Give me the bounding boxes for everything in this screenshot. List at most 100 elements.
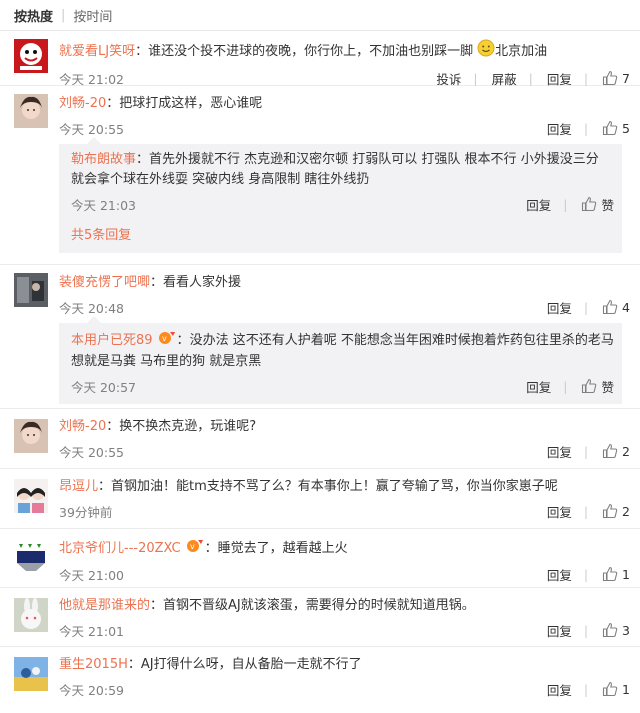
username-link[interactable]: 装傻充愣了吧唧 bbox=[59, 275, 150, 290]
reply-button[interactable]: 回复 bbox=[547, 69, 572, 88]
comment-time: 今天 20:55 bbox=[59, 121, 124, 137]
comment-item: 他就是那谁来的：首钢不晋级AJ就该滚蛋，需要得分的时候就知道甩锅。 今天 21:… bbox=[0, 588, 640, 647]
like-label: 赞 bbox=[601, 379, 614, 395]
avatar[interactable] bbox=[14, 598, 48, 632]
like-count: 3 bbox=[622, 622, 630, 638]
avatar[interactable] bbox=[14, 539, 48, 573]
comment-item: 就爱看LJ笑呀：谁还没个投不进球的夜晚，你行你上，不加油也别踩一脚 北京加油 今天… bbox=[0, 31, 640, 88]
like-count: 2 bbox=[622, 503, 630, 519]
action-divider: | bbox=[563, 378, 568, 394]
report-button[interactable]: 投诉 bbox=[436, 69, 461, 88]
like-button[interactable]: 2 bbox=[602, 443, 630, 459]
comment-time: 今天 20:48 bbox=[59, 300, 124, 316]
action-divider: | bbox=[583, 443, 589, 459]
like-button[interactable]: 赞 bbox=[581, 195, 614, 214]
reply-time: 今天 20:57 bbox=[71, 379, 136, 395]
comment-item: 昂逗儿：首钢加油！能tm支持不骂了么？有本事你上！赢了夸输了骂，你当你家崽子呢 … bbox=[0, 469, 640, 529]
comment-text: 重生2015H：AJ打得什么呀，自从备胎一走就不行了 bbox=[59, 657, 362, 672]
reply-button[interactable]: 回复 bbox=[547, 442, 572, 461]
reply-text: 本用户已死89 v ：没办法 这不还有人护着呢 不能想念当年困难时候抱着炸药包往里杀… bbox=[71, 323, 614, 372]
username-link[interactable]: 就爱看LJ笑呀 bbox=[59, 44, 135, 59]
like-button[interactable]: 5 bbox=[602, 120, 630, 136]
like-count: 7 bbox=[622, 70, 630, 86]
comment-time: 今天 21:02 bbox=[59, 71, 124, 87]
like-count: 1 bbox=[622, 566, 630, 582]
action-divider: | bbox=[583, 70, 589, 86]
like-button[interactable]: 2 bbox=[602, 503, 630, 519]
username-link[interactable]: 重生2015H bbox=[59, 657, 128, 672]
comment-text: 刘畅-20：把球打成这样，恶心谁呢 bbox=[59, 96, 263, 111]
avatar[interactable] bbox=[14, 94, 48, 128]
avatar[interactable] bbox=[14, 657, 48, 691]
reply-username-link[interactable]: 本用户已死89 bbox=[71, 333, 153, 348]
reply-button[interactable]: 回复 bbox=[526, 377, 551, 396]
reply-button[interactable]: 回复 bbox=[547, 680, 572, 699]
comment-text: 刘畅-20：换不换杰克逊，玩谁呢? bbox=[59, 419, 257, 434]
smile-emoji-icon bbox=[477, 39, 495, 64]
reply-username-link[interactable]: 勒布朗故事 bbox=[71, 152, 136, 167]
comment-text: 北京爷们儿---20ZXC v ：睡觉去了，越看越上火 bbox=[59, 529, 630, 560]
thumbs-up-icon bbox=[602, 681, 618, 697]
comment-item: 刘畅-20：换不换杰克逊，玩谁呢? 今天 20:55 回复 | 2 bbox=[0, 409, 640, 469]
action-divider: | bbox=[583, 299, 589, 315]
vip-badge-icon: v bbox=[157, 329, 177, 352]
like-button[interactable]: 7 bbox=[602, 70, 630, 86]
reply-button[interactable]: 回复 bbox=[547, 565, 572, 584]
username-link[interactable]: 昂逗儿 bbox=[59, 479, 98, 494]
username-link[interactable]: 北京爷们儿---20ZXC bbox=[59, 541, 181, 556]
comment-time: 今天 21:01 bbox=[59, 623, 124, 639]
reply-button[interactable]: 回复 bbox=[547, 621, 572, 640]
like-button[interactable]: 3 bbox=[602, 622, 630, 638]
like-button[interactable]: 4 bbox=[602, 299, 630, 315]
like-count: 1 bbox=[622, 681, 630, 697]
thumbs-up-icon bbox=[602, 70, 618, 86]
comment-time: 今天 20:59 bbox=[59, 682, 124, 698]
thumbs-up-icon bbox=[602, 622, 618, 638]
thumbs-up-icon bbox=[602, 566, 618, 582]
action-divider: | bbox=[583, 120, 589, 136]
comment-time: 39分钟前 bbox=[59, 504, 113, 520]
reply-button[interactable]: 回复 bbox=[547, 502, 572, 521]
like-button[interactable]: 1 bbox=[602, 681, 630, 697]
username-link[interactable]: 他就是那谁来的 bbox=[59, 598, 150, 613]
action-divider: | bbox=[583, 503, 589, 519]
sort-by-hot-tab[interactable]: 按热度 bbox=[14, 6, 53, 25]
reply-box: 勒布朗故事：首先外援就不行 杰克逊和汉密尔顿 打弱队可以 打强队 根本不行 小外… bbox=[59, 137, 622, 253]
comment-time: 今天 20:55 bbox=[59, 444, 124, 460]
reply-button[interactable]: 回复 bbox=[547, 298, 572, 317]
sort-divider: | bbox=[61, 7, 66, 23]
like-button[interactable]: 赞 bbox=[581, 377, 614, 396]
action-divider: | bbox=[583, 566, 589, 582]
reply-button[interactable]: 回复 bbox=[526, 195, 551, 214]
like-count: 2 bbox=[622, 443, 630, 459]
like-count: 5 bbox=[622, 120, 630, 136]
like-count: 4 bbox=[622, 299, 630, 315]
like-label: 赞 bbox=[601, 197, 614, 213]
like-button[interactable]: 1 bbox=[602, 566, 630, 582]
comment-text: 就爱看LJ笑呀：谁还没个投不进球的夜晚，你行你上，不加油也别踩一脚 北京加油 bbox=[59, 31, 630, 64]
block-button[interactable]: 屏蔽 bbox=[492, 69, 517, 88]
reply-text: 勒布朗故事：首先外援就不行 杰克逊和汉密尔顿 打弱队可以 打强队 根本不行 小外… bbox=[71, 152, 599, 187]
reply-button[interactable]: 回复 bbox=[547, 119, 572, 138]
action-divider: | bbox=[528, 70, 533, 86]
comment-item: 北京爷们儿---20ZXC v ：睡觉去了，越看越上火 今天 21:00 回复 | … bbox=[0, 529, 640, 588]
sort-by-time-tab[interactable]: 按时间 bbox=[73, 6, 112, 25]
comment-item: 重生2015H：AJ打得什么呀，自从备胎一走就不行了 今天 20:59 回复 |… bbox=[0, 647, 640, 707]
avatar[interactable] bbox=[14, 419, 48, 453]
svg-text:v: v bbox=[162, 334, 167, 343]
more-replies-link[interactable]: 共5条回复 bbox=[71, 218, 614, 253]
thumbs-up-icon bbox=[602, 443, 618, 459]
svg-text:v: v bbox=[190, 542, 195, 551]
avatar[interactable] bbox=[14, 273, 48, 307]
reply-box: 本用户已死89 v ：没办法 这不还有人护着呢 不能想念当年困难时候抱着炸药包往里杀… bbox=[59, 316, 622, 404]
username-link[interactable]: 刘畅-20 bbox=[59, 96, 106, 111]
sort-bar: 按热度 | 按时间 bbox=[0, 0, 640, 31]
vip-badge-icon: v bbox=[185, 537, 205, 560]
action-divider: | bbox=[583, 681, 589, 697]
thumbs-up-icon bbox=[602, 503, 618, 519]
thumbs-up-icon bbox=[602, 299, 618, 315]
avatar[interactable] bbox=[14, 479, 48, 513]
comment-time: 今天 21:00 bbox=[59, 567, 124, 583]
username-link[interactable]: 刘畅-20 bbox=[59, 419, 106, 434]
avatar[interactable] bbox=[14, 39, 48, 73]
